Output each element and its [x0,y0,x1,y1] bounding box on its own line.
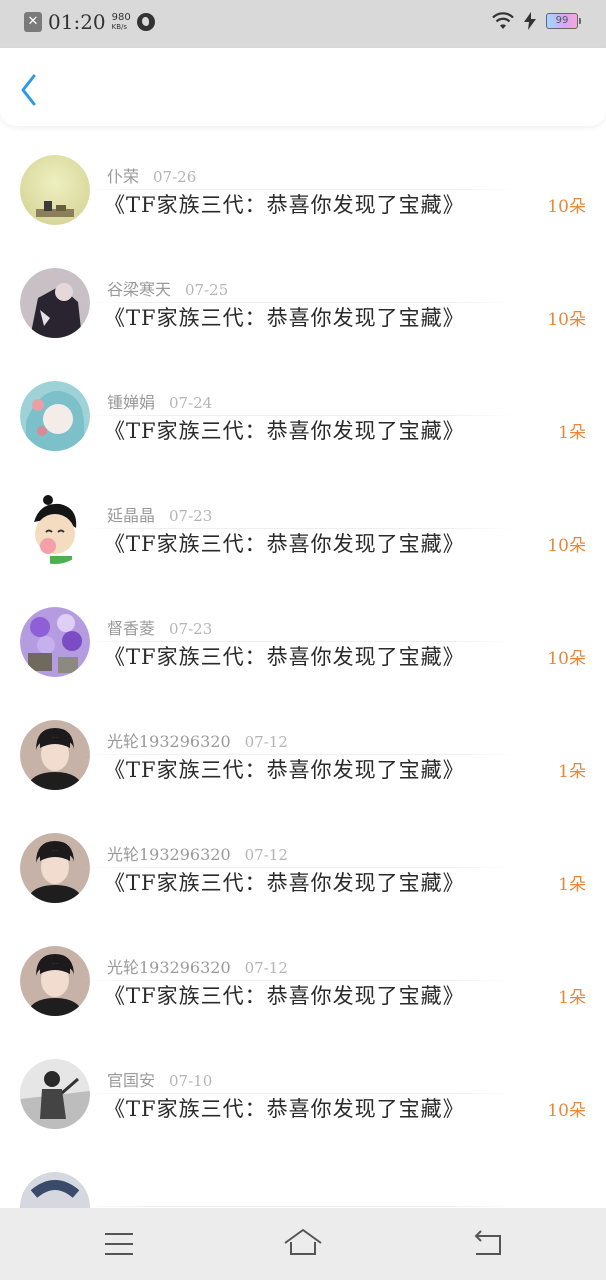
return-button[interactable] [468,1226,508,1262]
sender-name[interactable]: 锺婵娟 [107,393,155,412]
app-header [0,48,606,126]
sender-name[interactable]: 督香菱 [107,619,155,638]
gift-date: 07-26 [153,168,197,186]
screen: ✕ 01:20 980 KB/s 99 仆荣 07-26 《TF家族三代：恭喜你… [0,0,606,1280]
gift-record-row[interactable]: 谷梁寒天 07-25 《TF家族三代：恭喜你发现了宝藏》 10朵 [0,190,606,338]
app-notification-icon [136,13,155,31]
gift-date: 07-12 [244,846,288,864]
gift-record-row[interactable]: 光轮193296320 07-12 《TF家族三代：恭喜你发现了宝藏》 1朵 [0,642,606,790]
gift-meta [107,1180,121,1199]
gift-meta: 督香菱 07-23 [107,615,212,639]
row-divider [82,1206,514,1207]
gift-date: 07-23 [169,507,213,525]
back-button[interactable] [14,70,50,110]
menu-button[interactable] [99,1226,139,1262]
gift-meta: 光轮193296320 07-12 [107,728,288,752]
gift-date: 07-10 [169,1072,213,1090]
gift-meta: 锺婵娟 07-24 [107,389,212,413]
network-speed-unit: KB/s [111,22,128,31]
sender-name[interactable]: 光轮193296320 [107,732,231,751]
gift-record-row[interactable]: 督香菱 07-23 《TF家族三代：恭喜你发现了宝藏》 10朵 [0,529,606,677]
status-time: 01:20 [48,10,106,34]
home-button[interactable] [282,1226,322,1262]
gift-meta: 光轮193296320 07-12 [107,841,288,865]
wifi-icon [492,12,514,30]
gift-record-row[interactable] [0,1094,606,1208]
gift-record-row[interactable]: 延晶晶 07-23 《TF家族三代：恭喜你发现了宝藏》 10朵 [0,416,606,564]
return-icon [474,1230,501,1255]
sender-name[interactable]: 官国安 [107,1071,155,1090]
status-right: 99 [492,12,581,30]
status-bar: ✕ 01:20 980 KB/s 99 [0,0,606,48]
gift-date: 07-12 [244,959,288,977]
home-icon [284,1229,322,1255]
battery-level: 99 [555,15,569,26]
status-left: ✕ 01:20 980 KB/s [24,10,155,34]
network-speed-value: 980 [111,11,131,23]
gift-date: 07-23 [169,620,213,638]
gift-meta: 光轮193296320 07-12 [107,954,288,978]
gift-record-row[interactable]: 官国安 07-10 《TF家族三代：恭喜你发现了宝藏》 10朵 [0,981,606,1129]
user-avatar[interactable] [20,1172,90,1208]
sender-name[interactable]: 仆荣 [107,167,139,186]
gift-record-row[interactable]: 光轮193296320 07-12 《TF家族三代：恭喜你发现了宝藏》 1朵 [0,755,606,903]
gift-meta: 官国安 07-10 [107,1067,212,1091]
sender-name[interactable]: 延晶晶 [107,506,155,525]
battery-icon: 99 [546,13,581,29]
gift-record-row[interactable]: 光轮193296320 07-12 《TF家族三代：恭喜你发现了宝藏》 1朵 [0,868,606,1016]
charging-icon [524,12,536,30]
gift-date: 07-24 [169,394,213,412]
gift-meta: 延晶晶 07-23 [107,502,212,526]
system-nav-bar [0,1208,606,1280]
gift-list-viewport[interactable]: 仆荣 07-26 《TF家族三代：恭喜你发现了宝藏》 10朵 谷梁寒天 07-25 《TF家… [0,98,606,1208]
gift-meta: 仆荣 07-26 [107,163,196,187]
gift-date: 07-12 [244,733,288,751]
sender-name[interactable]: 光轮193296320 [107,845,231,864]
gift-date: 07-25 [185,281,229,299]
network-speed: 980 KB/s [111,11,131,32]
gift-meta: 谷梁寒天 07-25 [107,276,228,300]
notification-close-icon: ✕ [24,12,42,32]
menu-icon [105,1233,133,1255]
sender-name[interactable]: 光轮193296320 [107,958,231,977]
back-arrow-icon [21,74,36,106]
sender-name[interactable]: 谷梁寒天 [107,280,171,299]
gift-record-row[interactable]: 锺婵娟 07-24 《TF家族三代：恭喜你发现了宝藏》 1朵 [0,303,606,451]
